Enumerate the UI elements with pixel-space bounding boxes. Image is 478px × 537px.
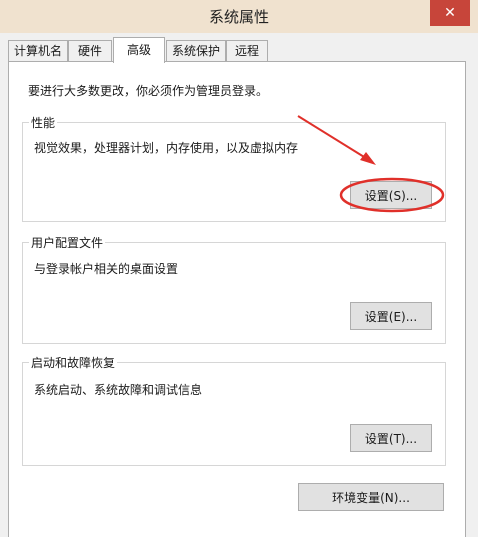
user-profiles-description: 与登录帐户相关的桌面设置: [34, 262, 179, 276]
window-title: 系统属性: [208, 8, 269, 26]
tab-computer-name[interactable]: 计算机名: [8, 40, 68, 61]
startup-recovery-description: 系统启动、系统故障和调试信息: [34, 383, 203, 397]
tab-system-protection[interactable]: 系统保护: [166, 40, 226, 61]
tab-hardware[interactable]: 硬件: [68, 40, 112, 61]
environment-variables-button[interactable]: 环境变量(N)...: [298, 483, 444, 511]
admin-note: 要进行大多数更改，你必须作为管理员登录。: [28, 84, 269, 98]
tab-remote[interactable]: 远程: [226, 40, 268, 61]
title-bar: 系统属性 ✕: [0, 0, 478, 33]
tab-advanced[interactable]: 高级: [113, 37, 165, 63]
performance-settings-button[interactable]: 设置(S)...: [350, 181, 432, 209]
close-button[interactable]: ✕: [430, 0, 470, 26]
user-profiles-settings-button[interactable]: 设置(E)...: [350, 302, 432, 330]
performance-description: 视觉效果，处理器计划，内存使用，以及虚拟内存: [34, 141, 299, 155]
startup-recovery-group-title: 启动和故障恢复: [29, 354, 118, 371]
performance-group-title: 性能: [29, 114, 58, 131]
startup-recovery-settings-button[interactable]: 设置(T)...: [350, 424, 432, 452]
user-profiles-group-title: 用户配置文件: [29, 234, 106, 251]
close-icon: ✕: [444, 5, 456, 21]
